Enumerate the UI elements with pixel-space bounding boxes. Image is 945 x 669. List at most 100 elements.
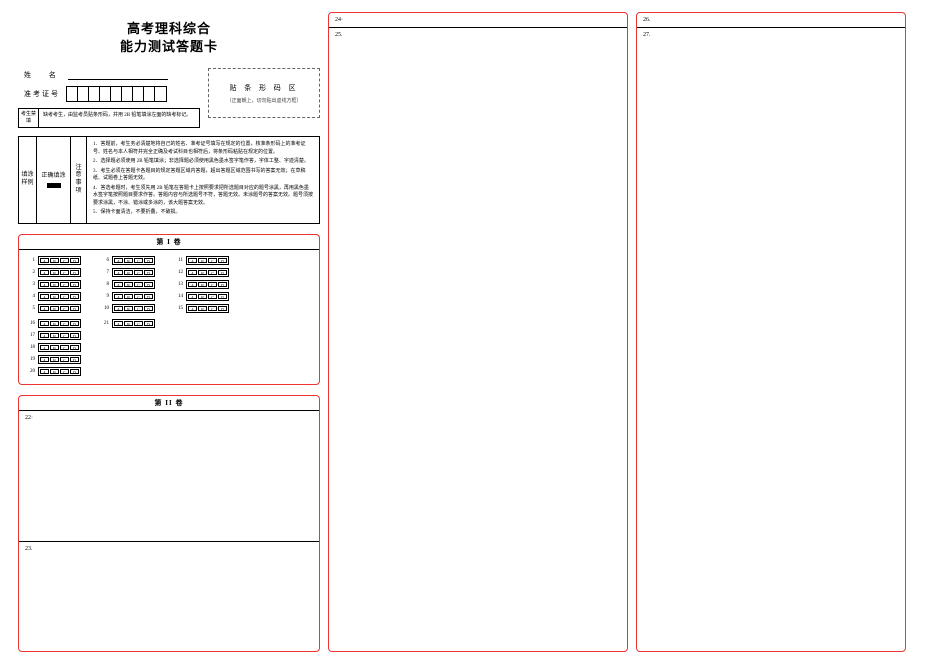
ticket-cell[interactable] <box>122 87 133 101</box>
option-bubble[interactable]: B <box>198 294 207 299</box>
bubble-group[interactable]: ABCD <box>38 319 81 328</box>
option-bubble[interactable]: D <box>218 270 227 275</box>
option-bubble[interactable]: D <box>70 282 79 287</box>
option-bubble[interactable]: B <box>50 333 59 338</box>
option-bubble[interactable]: A <box>188 270 197 275</box>
option-bubble[interactable]: D <box>144 258 153 263</box>
option-bubble[interactable]: A <box>40 321 49 326</box>
option-bubble[interactable]: D <box>218 258 227 263</box>
option-bubble[interactable]: D <box>70 306 79 311</box>
option-bubble[interactable]: B <box>124 270 133 275</box>
option-bubble[interactable]: A <box>114 282 123 287</box>
bubble-group[interactable]: ABCD <box>38 280 81 289</box>
bubble-group[interactable]: ABCD <box>38 292 81 301</box>
option-bubble[interactable]: A <box>114 258 123 263</box>
option-bubble[interactable]: C <box>60 282 69 287</box>
option-bubble[interactable]: C <box>60 270 69 275</box>
option-bubble[interactable]: C <box>134 282 143 287</box>
bubble-group[interactable]: ABCD <box>112 268 155 277</box>
option-bubble[interactable]: B <box>50 321 59 326</box>
option-bubble[interactable]: C <box>208 258 217 263</box>
option-bubble[interactable]: D <box>144 270 153 275</box>
option-bubble[interactable]: B <box>50 369 59 374</box>
option-bubble[interactable]: A <box>188 306 197 311</box>
option-bubble[interactable]: C <box>134 321 143 326</box>
option-bubble[interactable]: B <box>198 282 207 287</box>
bubble-group[interactable]: ABCD <box>112 319 155 328</box>
option-bubble[interactable]: B <box>198 270 207 275</box>
option-bubble[interactable]: B <box>50 294 59 299</box>
ticket-cell[interactable] <box>78 87 89 101</box>
option-bubble[interactable]: A <box>188 282 197 287</box>
option-bubble[interactable]: D <box>144 294 153 299</box>
bubble-group[interactable]: ABCD <box>38 367 81 376</box>
ticket-cell[interactable] <box>111 87 122 101</box>
name-input-line[interactable] <box>68 70 168 80</box>
bubble-group[interactable]: ABCD <box>186 292 229 301</box>
option-bubble[interactable]: C <box>60 321 69 326</box>
option-bubble[interactable]: D <box>144 321 153 326</box>
option-bubble[interactable]: B <box>50 282 59 287</box>
free-response-area[interactable]: 24· <box>329 13 627 27</box>
option-bubble[interactable]: B <box>124 258 133 263</box>
option-bubble[interactable]: B <box>124 321 133 326</box>
option-bubble[interactable]: B <box>124 306 133 311</box>
option-bubble[interactable]: C <box>60 369 69 374</box>
option-bubble[interactable]: B <box>198 306 207 311</box>
option-bubble[interactable]: B <box>50 306 59 311</box>
option-bubble[interactable]: C <box>60 333 69 338</box>
option-bubble[interactable]: B <box>50 258 59 263</box>
option-bubble[interactable]: D <box>70 369 79 374</box>
ticket-cell[interactable] <box>67 87 78 101</box>
bubble-group[interactable]: ABCD <box>112 292 155 301</box>
option-bubble[interactable]: C <box>60 294 69 299</box>
ticket-cell[interactable] <box>89 87 100 101</box>
option-bubble[interactable]: C <box>208 294 217 299</box>
option-bubble[interactable]: D <box>70 357 79 362</box>
bubble-group[interactable]: ABCD <box>38 331 81 340</box>
option-bubble[interactable]: A <box>40 333 49 338</box>
bubble-group[interactable]: ABCD <box>112 256 155 265</box>
option-bubble[interactable]: A <box>188 294 197 299</box>
option-bubble[interactable]: A <box>40 345 49 350</box>
ticket-cell[interactable] <box>155 87 166 101</box>
option-bubble[interactable]: A <box>40 306 49 311</box>
bubble-group[interactable]: ABCD <box>38 256 81 265</box>
ticket-boxes[interactable] <box>66 86 167 102</box>
option-bubble[interactable]: C <box>208 306 217 311</box>
bubble-group[interactable]: ABCD <box>38 355 81 364</box>
bubble-group[interactable]: ABCD <box>38 268 81 277</box>
option-bubble[interactable]: C <box>208 282 217 287</box>
option-bubble[interactable]: A <box>188 258 197 263</box>
option-bubble[interactable]: C <box>134 306 143 311</box>
option-bubble[interactable]: B <box>50 357 59 362</box>
option-bubble[interactable]: B <box>124 294 133 299</box>
bubble-group[interactable]: ABCD <box>112 280 155 289</box>
option-bubble[interactable]: A <box>40 270 49 275</box>
bubble-group[interactable]: ABCD <box>38 343 81 352</box>
option-bubble[interactable]: A <box>40 282 49 287</box>
option-bubble[interactable]: C <box>60 258 69 263</box>
option-bubble[interactable]: A <box>114 270 123 275</box>
bubble-group[interactable]: ABCD <box>186 280 229 289</box>
option-bubble[interactable]: C <box>134 294 143 299</box>
bubble-group[interactable]: ABCD <box>186 256 229 265</box>
ticket-cell[interactable] <box>133 87 144 101</box>
option-bubble[interactable]: C <box>60 306 69 311</box>
option-bubble[interactable]: A <box>40 357 49 362</box>
bubble-group[interactable]: ABCD <box>186 304 229 313</box>
free-response-area[interactable]: 27. <box>637 27 905 42</box>
option-bubble[interactable]: A <box>40 369 49 374</box>
option-bubble[interactable]: B <box>124 282 133 287</box>
bubble-group[interactable]: ABCD <box>186 268 229 277</box>
free-response-area[interactable]: 23. <box>19 541 319 651</box>
option-bubble[interactable]: D <box>218 306 227 311</box>
ticket-cell[interactable] <box>100 87 111 101</box>
option-bubble[interactable]: D <box>218 282 227 287</box>
option-bubble[interactable]: C <box>134 258 143 263</box>
option-bubble[interactable]: A <box>40 258 49 263</box>
option-bubble[interactable]: D <box>70 333 79 338</box>
option-bubble[interactable]: C <box>60 357 69 362</box>
bubble-group[interactable]: ABCD <box>112 304 155 313</box>
option-bubble[interactable]: D <box>70 270 79 275</box>
